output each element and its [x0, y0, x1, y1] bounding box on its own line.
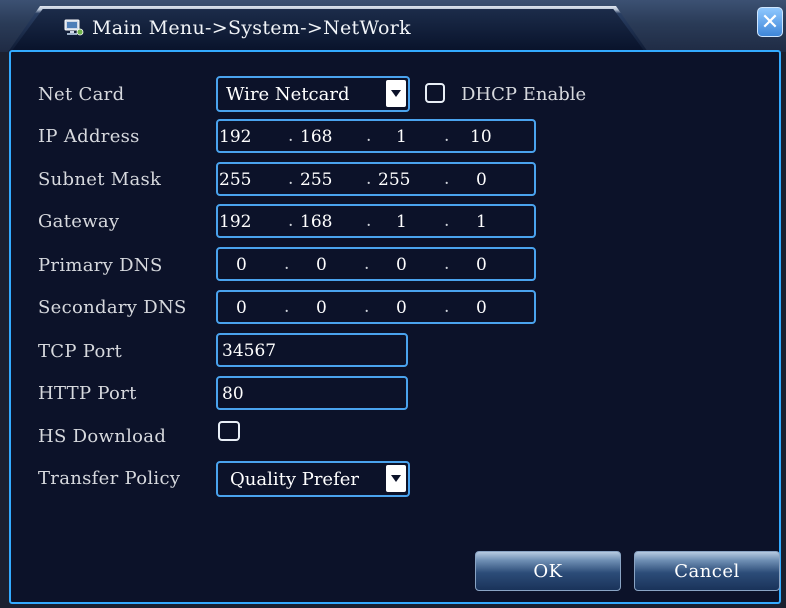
ip-octet-3[interactable]: 1: [396, 127, 407, 147]
close-icon: ✕: [760, 9, 780, 35]
pdns-octet-4[interactable]: 0: [476, 255, 487, 275]
hs-download-checkbox[interactable]: [218, 421, 240, 441]
gateway-label: Gateway: [38, 211, 120, 232]
transfer-policy-select[interactable]: Quality Prefer: [216, 461, 410, 497]
dhcp-enable-checkbox[interactable]: [425, 83, 445, 103]
sdns-octet-3[interactable]: 0: [396, 298, 407, 318]
ip-dot: .: [366, 211, 372, 231]
ip-address-label: IP Address: [38, 126, 140, 147]
ip-dot: .: [444, 211, 450, 231]
pdns-octet-2[interactable]: 0: [316, 255, 327, 275]
subnet-mask-label: Subnet Mask: [38, 169, 162, 190]
ok-button[interactable]: OK: [475, 551, 621, 591]
ip-octet-2[interactable]: 168: [300, 127, 332, 147]
gateway-field[interactable]: 192 . 168 . 1 . 1: [216, 204, 536, 238]
ip-dot: .: [364, 254, 370, 274]
chevron-down-icon[interactable]: [386, 465, 406, 492]
http-port-input[interactable]: 80: [216, 376, 408, 410]
net-card-label: Net Card: [38, 84, 125, 105]
gw-octet-3[interactable]: 1: [396, 212, 407, 232]
chevron-down-icon[interactable]: [386, 80, 406, 107]
tcp-port-input[interactable]: 34567: [216, 333, 408, 367]
close-button[interactable]: ✕: [757, 7, 783, 37]
transfer-policy-value: Quality Prefer: [230, 469, 360, 490]
gw-octet-1[interactable]: 192: [219, 212, 251, 232]
ip-dot: .: [284, 297, 290, 317]
net-card-value: Wire Netcard: [226, 84, 350, 105]
subnet-mask-field[interactable]: 255 . 255 . 255 . 0: [216, 162, 536, 196]
ip-octet-1[interactable]: 192: [219, 127, 251, 147]
mask-octet-4[interactable]: 0: [476, 170, 487, 190]
mask-octet-1[interactable]: 255: [219, 170, 251, 190]
dhcp-enable-label: DHCP Enable: [461, 84, 587, 105]
hs-download-label: HS Download: [38, 426, 167, 447]
transfer-policy-label: Transfer Policy: [38, 468, 181, 489]
ip-dot: .: [366, 169, 372, 189]
ip-dot: .: [288, 211, 294, 231]
network-computer-icon: [64, 19, 84, 36]
ip-dot: .: [284, 254, 290, 274]
ip-dot: .: [366, 126, 372, 146]
ip-dot: .: [444, 254, 450, 274]
net-card-select[interactable]: Wire Netcard: [216, 76, 410, 112]
mask-octet-2[interactable]: 255: [300, 170, 332, 190]
window-title: Main Menu->System->NetWork: [92, 17, 411, 39]
ip-address-field[interactable]: 192 . 168 . 1 . 10: [216, 119, 536, 153]
ip-dot: .: [444, 297, 450, 317]
title-area: Main Menu->System->NetWork: [64, 14, 411, 42]
pdns-octet-3[interactable]: 0: [396, 255, 407, 275]
sdns-octet-2[interactable]: 0: [316, 298, 327, 318]
ip-octet-4[interactable]: 10: [470, 127, 492, 147]
cancel-button[interactable]: Cancel: [634, 551, 780, 591]
mask-octet-3[interactable]: 255: [378, 170, 410, 190]
gw-octet-4[interactable]: 1: [476, 212, 487, 232]
pdns-octet-1[interactable]: 0: [236, 255, 247, 275]
ip-dot: .: [288, 126, 294, 146]
ip-dot: .: [364, 297, 370, 317]
primary-dns-field[interactable]: 0 . 0 . 0 . 0: [216, 247, 536, 281]
http-port-label: HTTP Port: [38, 383, 137, 404]
ip-dot: .: [444, 126, 450, 146]
gw-octet-2[interactable]: 168: [300, 212, 332, 232]
secondary-dns-field[interactable]: 0 . 0 . 0 . 0: [216, 290, 536, 324]
secondary-dns-label: Secondary DNS: [38, 297, 187, 318]
ip-dot: .: [444, 169, 450, 189]
sdns-octet-1[interactable]: 0: [236, 298, 247, 318]
primary-dns-label: Primary DNS: [38, 255, 163, 276]
sdns-octet-4[interactable]: 0: [476, 298, 487, 318]
tcp-port-label: TCP Port: [38, 341, 123, 362]
ip-dot: .: [288, 169, 294, 189]
